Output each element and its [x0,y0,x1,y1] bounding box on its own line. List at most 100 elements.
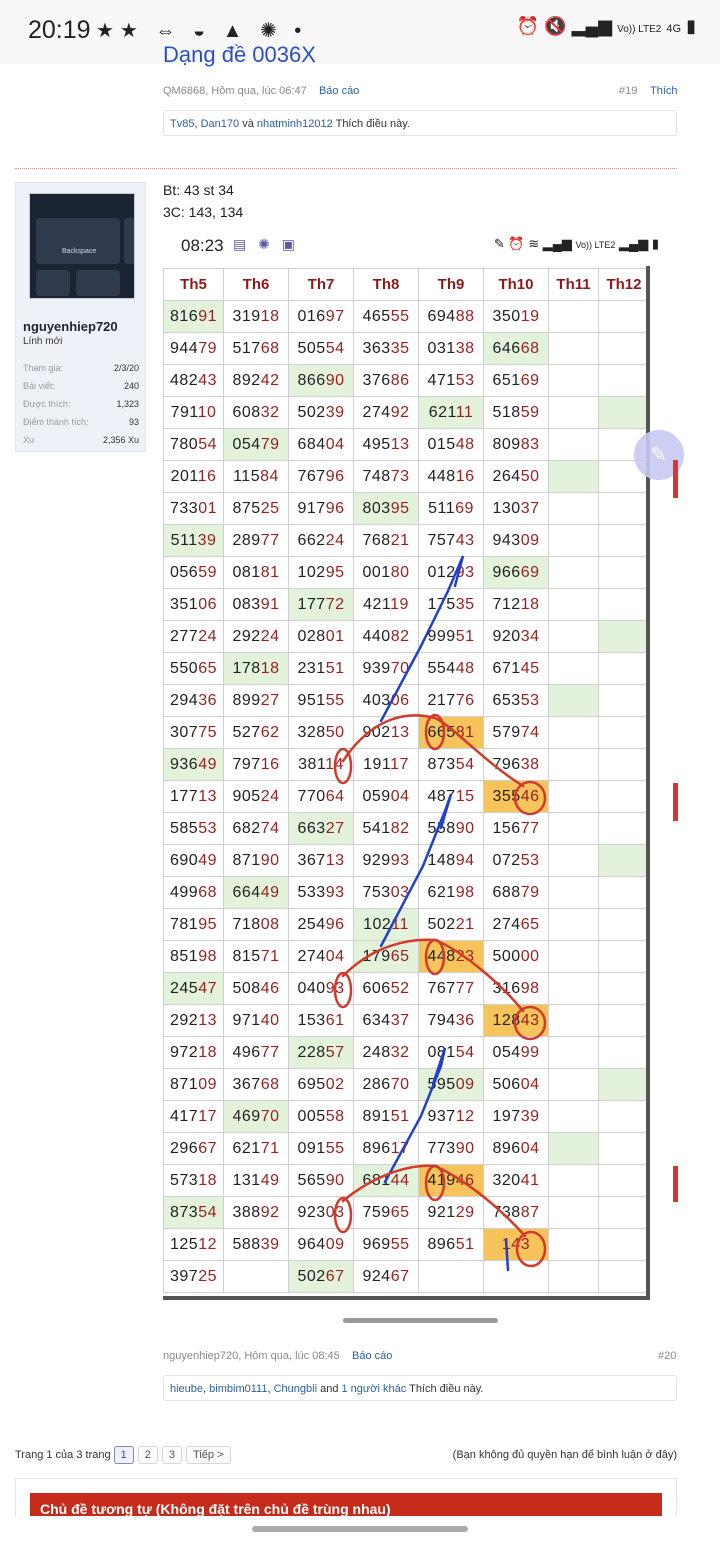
table-cell: 60652 [353,972,419,1005]
post-20-number[interactable]: #20 [658,1350,676,1362]
table-cell: 95155 [288,684,354,717]
table-cell: 36713 [288,844,354,877]
cell-prefix: 664 [232,883,261,901]
cell-prefix: 005 [297,1107,326,1125]
cell-suffix: 49 [198,851,217,869]
cell-suffix: 11 [391,915,409,933]
liker-link[interactable]: Chungbii [274,1383,317,1395]
like-link[interactable]: Thích [650,85,678,97]
cell-prefix: 964 [297,1235,326,1253]
table-cell: 29436 [163,684,224,717]
table-cell: 55448 [418,652,484,685]
table-cell: 91796 [288,492,354,525]
cell-prefix: 646 [492,339,521,357]
table-cell: 50267 [288,1260,354,1293]
report-link[interactable]: Báo cáo [352,1350,392,1362]
table-row: 87109 36768 69502 28670 59509 50604 [163,1068,650,1101]
cell-suffix: 69 [520,371,540,389]
liker-link[interactable]: nhatminh12012 [257,118,333,130]
cell-suffix: 01 [198,499,217,517]
table-cell [598,1196,650,1229]
cell-prefix: 274 [297,947,326,965]
cell-suffix: 54 [325,339,345,357]
table-cell: 89617 [353,1132,419,1165]
table-cell [598,940,650,973]
table-cell: 28977 [223,524,289,557]
cell-suffix: 04 [520,1139,540,1157]
others-link[interactable]: 1 người khác [342,1383,407,1395]
cell-suffix: 16 [260,755,280,773]
table-cell: 29224 [223,620,289,653]
page-button[interactable]: 2 [137,1446,158,1464]
table-cell [548,556,599,589]
attached-screenshot[interactable]: 08:23 ▤ ✺ ▣ ✎ ⏰ ≋ ▂▄▆ Vo)) LTE2 ▂▄▆ ▮ Th… [163,226,677,1330]
table-cell: 76821 [353,524,419,557]
cell-prefix: 367 [232,1075,261,1093]
liker-link[interactable]: Tv85 [170,118,194,130]
cell-suffix: 04 [390,787,410,805]
cell-prefix: 966 [492,563,521,581]
cell-prefix: 440 [362,627,391,645]
thread-title[interactable]: Dạng đề 0036X [163,42,316,68]
table-cell: 23151 [288,652,354,685]
cell-prefix: 809 [492,435,521,453]
table-cell: 08154 [418,1036,484,1069]
cell-prefix: 505 [297,339,326,357]
username[interactable]: nguyenhiep720 [23,319,118,334]
table-row: 39725 50267 92467 [163,1260,650,1293]
page-button[interactable]: 3 [161,1446,183,1464]
cell-suffix: 71 [260,1139,280,1157]
cell-prefix: 328 [297,723,326,741]
table-cell [548,684,599,717]
mute-icon: 🔇 [544,16,567,36]
liker-link[interactable]: hieube [170,1383,203,1395]
post-line: 3C: 143, 134 [163,204,244,220]
net-type-label: 4G [666,23,682,35]
cell-prefix: 081 [232,563,261,581]
stat-row: Xu 2,356 Xu [23,435,139,453]
table-cell [598,524,650,557]
report-link[interactable]: Báo cáo [319,85,359,97]
cell-prefix: 896 [492,1139,521,1157]
avatar[interactable]: Backspace [29,193,135,299]
home-gesture-pill[interactable] [252,1526,468,1532]
table-cell: 77064 [288,780,354,813]
liker-link[interactable]: bimbim0111 [209,1383,267,1395]
cell-prefix: 794 [427,1011,456,1029]
and-text: and [320,1383,339,1395]
cell-prefix: 517 [232,339,261,357]
page-button[interactable]: 1 [113,1446,134,1464]
cell-prefix: 499 [170,883,199,901]
table-cell: 38892 [223,1196,289,1229]
table-cell [548,908,599,941]
table-cell: 89927 [223,684,289,717]
table-cell: 44816 [418,460,484,493]
cell-suffix: 49 [260,883,280,901]
stat-row: Bài viết: 240 [23,381,139,399]
table-cell: 69488 [418,300,484,333]
cell-prefix: 228 [297,1043,326,1061]
next-page-button[interactable]: Tiếp > [186,1446,231,1464]
table-cell: 19117 [353,748,419,781]
liker-link[interactable]: Dan170 [201,118,240,130]
cell-prefix: 595 [427,1075,456,1093]
table-cell: 92467 [353,1260,419,1293]
table-cell: 50221 [418,908,484,941]
table-row: 29667 62171 09155 89617 77390 89604 [163,1132,650,1165]
cell-prefix: 175 [427,595,456,613]
signal-icon: ▂▄▆ [571,16,613,36]
post-20-author-time[interactable]: nguyenhiep720, Hôm qua, lúc 08:45 [163,1350,340,1362]
cell-suffix: 96 [325,467,345,485]
cell-suffix: 68 [520,339,540,357]
cell-prefix: 767 [297,467,326,485]
table-cell [598,812,650,845]
cell-suffix: 70 [390,1075,410,1093]
post-19-author-time[interactable]: QM6868, Hôm qua, lúc 06:47 [163,85,307,97]
table-row: 35106 08391 17772 42119 17535 71218 [163,588,650,621]
table-cell: 62111 [418,396,484,429]
stat-label: Bài viết: [23,381,56,391]
cell-prefix: 502 [297,403,326,421]
post-19-number[interactable]: #19 [619,85,637,97]
likes-text: Thích điều này. [335,118,410,130]
table-cell [548,1260,599,1293]
